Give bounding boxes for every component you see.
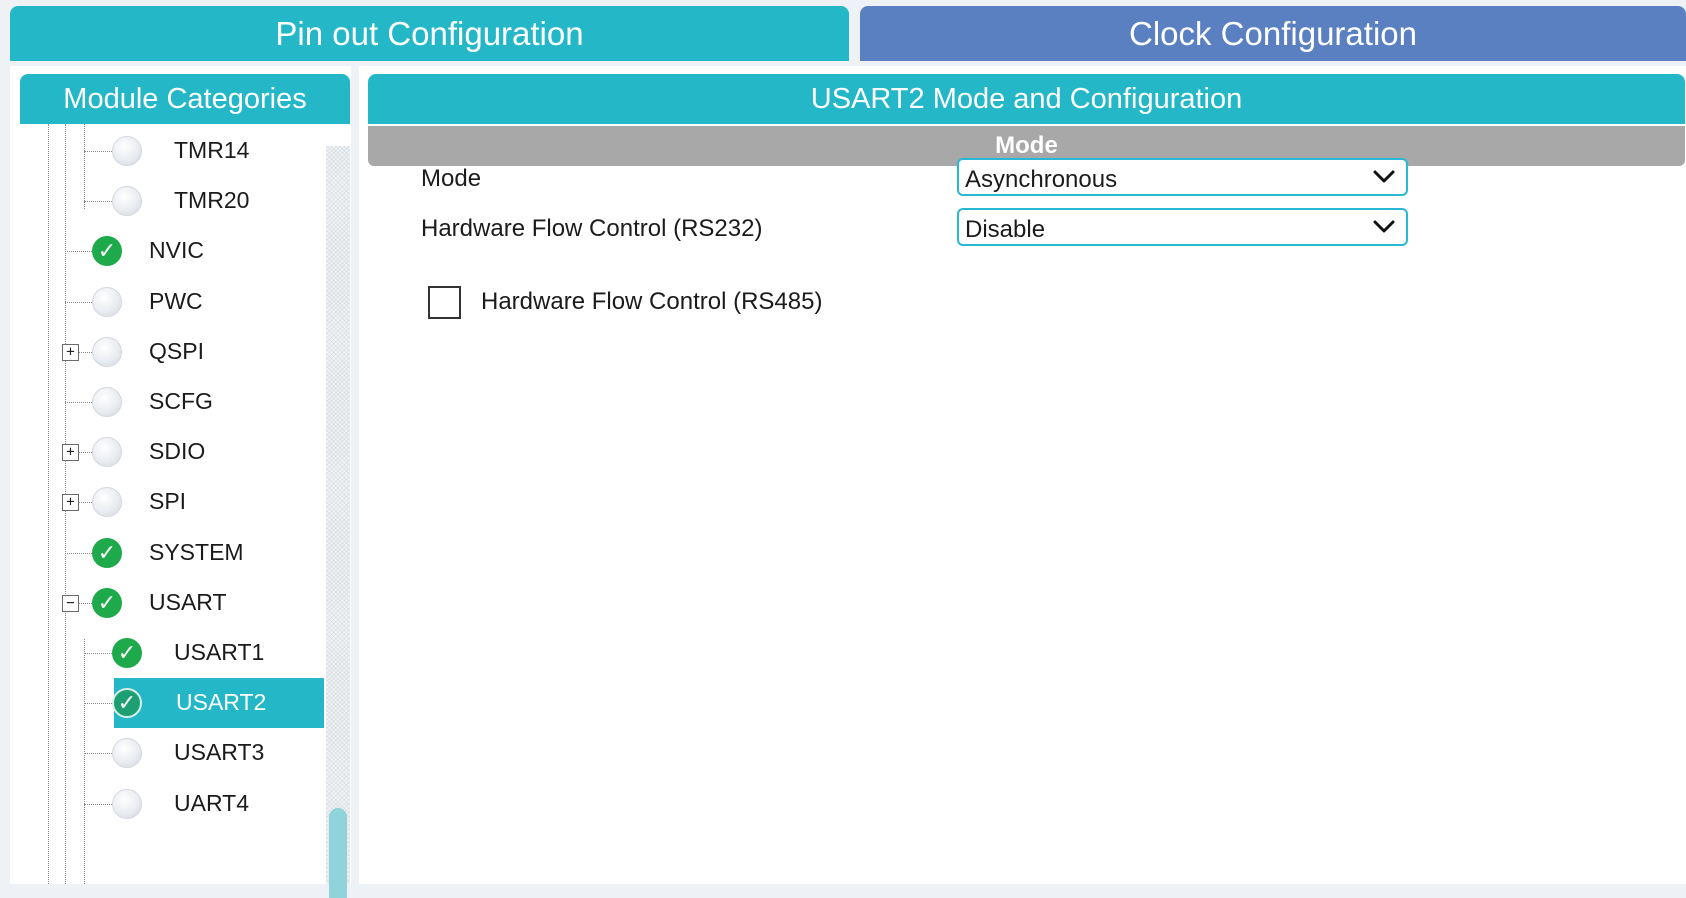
flow-control-rs485-label: Hardware Flow Control (RS485) bbox=[481, 288, 823, 315]
check-circle-icon: ✓ bbox=[92, 236, 122, 267]
tree-item-tmr14[interactable]: TMR14 bbox=[10, 124, 324, 178]
tree-item-system[interactable]: ✓ SYSTEM bbox=[10, 526, 324, 580]
tree-item-nvic[interactable]: ✓ NVIC bbox=[10, 224, 324, 278]
tree-item-pwc[interactable]: PWC bbox=[10, 275, 324, 329]
flow-control-rs485-checkbox[interactable] bbox=[428, 286, 461, 319]
tree-item-label: USART1 bbox=[174, 639, 265, 665]
usart2-config-panel: USART2 Mode and Configuration Mode Mode … bbox=[359, 66, 1686, 884]
config-panel-title: USART2 Mode and Configuration bbox=[368, 74, 1685, 124]
tree-item-label: NVIC bbox=[149, 237, 204, 264]
empty-circle-icon bbox=[92, 286, 122, 317]
tree-item-label: SYSTEM bbox=[149, 538, 244, 565]
flow-control-select-value: Disable bbox=[965, 216, 1046, 243]
tree-item-label: TMR20 bbox=[174, 187, 250, 214]
scrollbar-thumb[interactable] bbox=[329, 808, 347, 898]
check-circle-icon: ✓ bbox=[92, 537, 122, 568]
tree-item-label: USART3 bbox=[174, 739, 265, 766]
tree-item-label: USART bbox=[149, 588, 227, 615]
mode-select-value: Asynchronous bbox=[965, 166, 1118, 193]
tree-item-label: SCFG bbox=[149, 388, 213, 414]
tree-item-tmr20[interactable]: TMR20 bbox=[10, 174, 324, 228]
empty-circle-icon bbox=[112, 136, 142, 166]
collapse-icon[interactable]: − bbox=[62, 594, 79, 612]
tree-item-label: SDIO bbox=[149, 438, 206, 465]
tree-item-usart2[interactable]: ✓ USART2 bbox=[10, 676, 324, 730]
tree-item-label: TMR14 bbox=[174, 137, 250, 163]
chevron-down-icon bbox=[1373, 170, 1395, 183]
tree-item-usart[interactable]: − ✓ USART bbox=[10, 576, 324, 630]
tree-item-usart1[interactable]: ✓ USART1 bbox=[10, 626, 324, 680]
empty-circle-icon bbox=[92, 487, 122, 518]
expand-icon[interactable]: + bbox=[62, 494, 79, 512]
tree-item-label: SPI bbox=[149, 488, 187, 515]
module-categories-title: Module Categories bbox=[20, 74, 350, 124]
tree-item-usart3[interactable]: USART3 bbox=[10, 726, 324, 780]
empty-circle-icon bbox=[92, 387, 122, 417]
empty-circle-icon bbox=[92, 336, 122, 367]
tree-item-label: UART4 bbox=[174, 789, 249, 816]
empty-circle-icon bbox=[112, 788, 142, 819]
tree-item-label: USART2 bbox=[176, 689, 267, 716]
empty-circle-icon bbox=[112, 186, 142, 217]
tab-pinout-configuration[interactable]: Pin out Configuration bbox=[10, 6, 849, 61]
check-circle-icon: ✓ bbox=[112, 638, 142, 668]
empty-circle-icon bbox=[92, 437, 122, 468]
tree-item-uart4[interactable]: UART4 bbox=[10, 777, 324, 831]
empty-circle-icon bbox=[112, 738, 142, 769]
tree-item-label: QSPI bbox=[149, 337, 204, 364]
expand-icon[interactable]: + bbox=[62, 343, 79, 361]
tree-item-label: PWC bbox=[149, 287, 203, 314]
flow-control-rs232-select[interactable]: Disable bbox=[957, 208, 1408, 246]
mode-select[interactable]: Asynchronous bbox=[957, 158, 1408, 196]
tab-clock-configuration[interactable]: Clock Configuration bbox=[860, 6, 1686, 61]
chevron-down-icon bbox=[1373, 220, 1395, 233]
module-tree: TMR14 TMR20 ✓ NVIC PWC + QSPI SCFG + SDIO + SPI ✓ SYS… bbox=[10, 124, 324, 884]
expand-icon[interactable]: + bbox=[62, 444, 79, 462]
check-circle-icon: ✓ bbox=[112, 688, 142, 719]
tree-item-sdio[interactable]: + SDIO bbox=[10, 425, 324, 479]
tree-scrollbar[interactable] bbox=[326, 146, 350, 898]
tree-item-scfg[interactable]: SCFG bbox=[10, 375, 324, 429]
flow-control-rs232-label: Hardware Flow Control (RS232) bbox=[421, 215, 763, 242]
check-circle-icon: ✓ bbox=[92, 587, 122, 618]
tree-item-spi[interactable]: + SPI bbox=[10, 475, 324, 529]
module-categories-panel: Module Categories TMR14 TMR20 ✓ NVIC PWC + QSP… bbox=[10, 66, 351, 898]
tree-item-qspi[interactable]: + QSPI bbox=[10, 325, 324, 379]
mode-label: Mode bbox=[421, 165, 482, 192]
